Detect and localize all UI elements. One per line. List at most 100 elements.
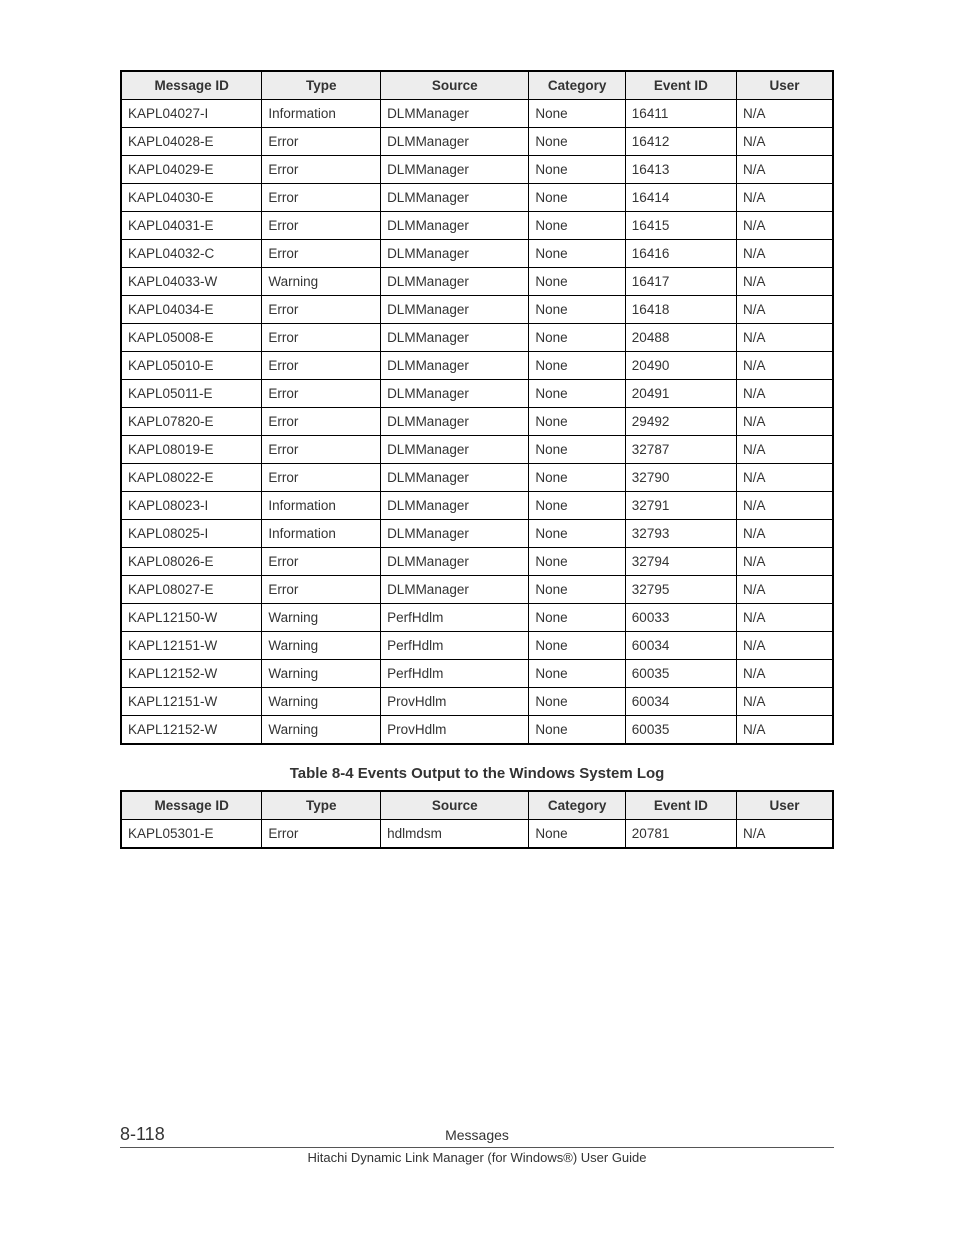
table-cell: None [529,820,625,849]
table-cell: None [529,240,625,268]
table-cell: DLMManager [381,156,529,184]
table-cell: hdlmdsm [381,820,529,849]
table-cell: 20488 [625,324,736,352]
footer-guide-title: Hitachi Dynamic Link Manager (for Window… [120,1150,834,1165]
table-cell: N/A [737,268,833,296]
table-cell: None [529,100,625,128]
table-cell: None [529,464,625,492]
table-cell: 60033 [625,604,736,632]
events-output-table-continued: Message ID Type Source Category Event ID… [120,70,834,745]
page: Message ID Type Source Category Event ID… [0,0,954,1235]
table-cell: DLMManager [381,548,529,576]
table-row: KAPL08025-IInformationDLMManagerNone3279… [121,520,833,548]
table-row: KAPL08023-IInformationDLMManagerNone3279… [121,492,833,520]
table-cell: 16412 [625,128,736,156]
table-cell: N/A [737,212,833,240]
table-row: KAPL04032-CErrorDLMManagerNone16416N/A [121,240,833,268]
table-row: KAPL12151-WWarningProvHdlmNone60034N/A [121,688,833,716]
table-row: KAPL05008-EErrorDLMManagerNone20488N/A [121,324,833,352]
table-cell: DLMManager [381,380,529,408]
table-cell: DLMManager [381,408,529,436]
table-row: KAPL08019-EErrorDLMManagerNone32787N/A [121,436,833,464]
col-event-id: Event ID [625,791,736,820]
col-category: Category [529,71,625,100]
table-cell: PerfHdlm [381,660,529,688]
table-cell: N/A [737,156,833,184]
table-cell: KAPL12152-W [121,716,262,745]
table-cell: Error [262,548,381,576]
table-cell: 16417 [625,268,736,296]
table-cell: Warning [262,716,381,745]
table-cell: Error [262,576,381,604]
table-cell: None [529,380,625,408]
table-row: KAPL04031-EErrorDLMManagerNone16415N/A [121,212,833,240]
table-cell: Error [262,156,381,184]
table-row: KAPL04033-WWarningDLMManagerNone16417N/A [121,268,833,296]
table-cell: KAPL05010-E [121,352,262,380]
table-cell: Warning [262,660,381,688]
table-cell: KAPL05008-E [121,324,262,352]
table-cell: PerfHdlm [381,632,529,660]
table-cell: N/A [737,408,833,436]
table-cell: N/A [737,296,833,324]
table-cell: Error [262,820,381,849]
table-cell: KAPL12150-W [121,604,262,632]
table-cell: ProvHdlm [381,688,529,716]
table-cell: 60035 [625,660,736,688]
table-row: KAPL12150-WWarningPerfHdlmNone60033N/A [121,604,833,632]
table-cell: DLMManager [381,240,529,268]
table-cell: 32795 [625,576,736,604]
table-row: KAPL08027-EErrorDLMManagerNone32795N/A [121,576,833,604]
table-row: KAPL04029-EErrorDLMManagerNone16413N/A [121,156,833,184]
table-cell: KAPL08022-E [121,464,262,492]
table-cell: 16415 [625,212,736,240]
table-cell: None [529,324,625,352]
table-row: KAPL07820-EErrorDLMManagerNone29492N/A [121,408,833,436]
table-cell: 20490 [625,352,736,380]
table-cell: KAPL08025-I [121,520,262,548]
col-source: Source [381,71,529,100]
table-cell: N/A [737,184,833,212]
col-user: User [737,791,833,820]
table-cell: KAPL08019-E [121,436,262,464]
table-cell: N/A [737,128,833,156]
table-cell: DLMManager [381,212,529,240]
table-cell: Warning [262,632,381,660]
table-cell: KAPL04028-E [121,128,262,156]
table-cell: Error [262,128,381,156]
table-cell: 32791 [625,492,736,520]
table-cell: Error [262,212,381,240]
table-cell: Error [262,436,381,464]
col-message-id: Message ID [121,71,262,100]
table-cell: KAPL05011-E [121,380,262,408]
col-type: Type [262,71,381,100]
table-row: KAPL08022-EErrorDLMManagerNone32790N/A [121,464,833,492]
table-row: KAPL04027-IInformationDLMManagerNone1641… [121,100,833,128]
table-cell: 16413 [625,156,736,184]
table-cell: KAPL12151-W [121,632,262,660]
table-cell: N/A [737,548,833,576]
table-cell: None [529,492,625,520]
table-cell: Warning [262,688,381,716]
table-cell: None [529,212,625,240]
table-cell: KAPL12151-W [121,688,262,716]
table-cell: Information [262,492,381,520]
table-cell: 20781 [625,820,736,849]
table-cell: None [529,716,625,745]
table-row: KAPL05301-EErrorhdlmdsmNone20781N/A [121,820,833,849]
table-cell: N/A [737,820,833,849]
table-cell: Error [262,324,381,352]
table-header-row: Message ID Type Source Category Event ID… [121,791,833,820]
table-cell: 32793 [625,520,736,548]
table-cell: KAPL04034-E [121,296,262,324]
table-cell: 16414 [625,184,736,212]
table-cell: None [529,688,625,716]
table-cell: DLMManager [381,128,529,156]
table-cell: Error [262,464,381,492]
col-category: Category [529,791,625,820]
table-cell: None [529,156,625,184]
table-row: KAPL04030-EErrorDLMManagerNone16414N/A [121,184,833,212]
table-cell: 16418 [625,296,736,324]
table-cell: 60034 [625,688,736,716]
table-cell: None [529,548,625,576]
